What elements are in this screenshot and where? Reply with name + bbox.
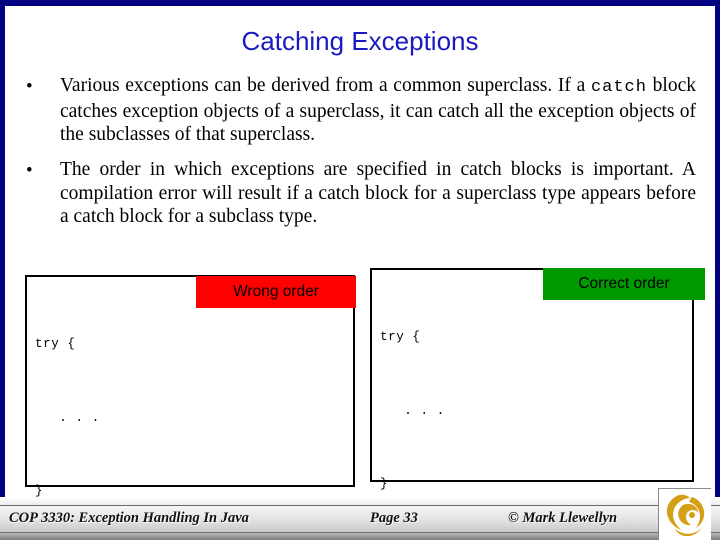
code-line: try { <box>35 337 76 351</box>
code-block-correct-order: try { . . . } catch (RunTimeException ex… <box>370 268 694 491</box>
bullet-text-1-code: catch <box>590 78 647 97</box>
badge-correct-order: Correct order <box>543 268 705 300</box>
bullet-item-1: • Various exceptions can be derived from… <box>26 74 696 147</box>
badge-wrong-order: Wrong order <box>196 276 356 308</box>
code-line: . . . <box>380 403 445 418</box>
pegasus-logo-icon <box>666 494 705 537</box>
slide-top-border <box>0 0 720 6</box>
footer-author-credit: © Mark Llewellyn <box>508 510 618 526</box>
bullet-item-2: • The order in which exceptions are spec… <box>26 158 696 229</box>
code-line: try { <box>380 330 421 344</box>
footer-course-title: COP 3330: Exception Handling In Java <box>9 510 249 526</box>
slide-title: Catching Exceptions <box>241 26 479 56</box>
bullet-marker-icon: • <box>26 160 33 181</box>
code-line: } <box>380 477 389 491</box>
bullet-text-1: Various exceptions can be derived from a… <box>60 74 696 147</box>
code-line: . . . <box>35 410 100 425</box>
university-logo <box>658 488 711 540</box>
footer-page-number: Page 33 <box>370 510 418 526</box>
bullet-text-1-part1: Various exceptions can be derived from a… <box>60 75 591 96</box>
slide-canvas: Catching Exceptions • Various exceptions… <box>0 0 720 540</box>
bullet-text-2: The order in which exceptions are specif… <box>60 159 696 227</box>
bullet-marker-icon: • <box>26 76 33 97</box>
slide-right-border <box>715 0 720 540</box>
slide-left-border <box>0 0 5 540</box>
